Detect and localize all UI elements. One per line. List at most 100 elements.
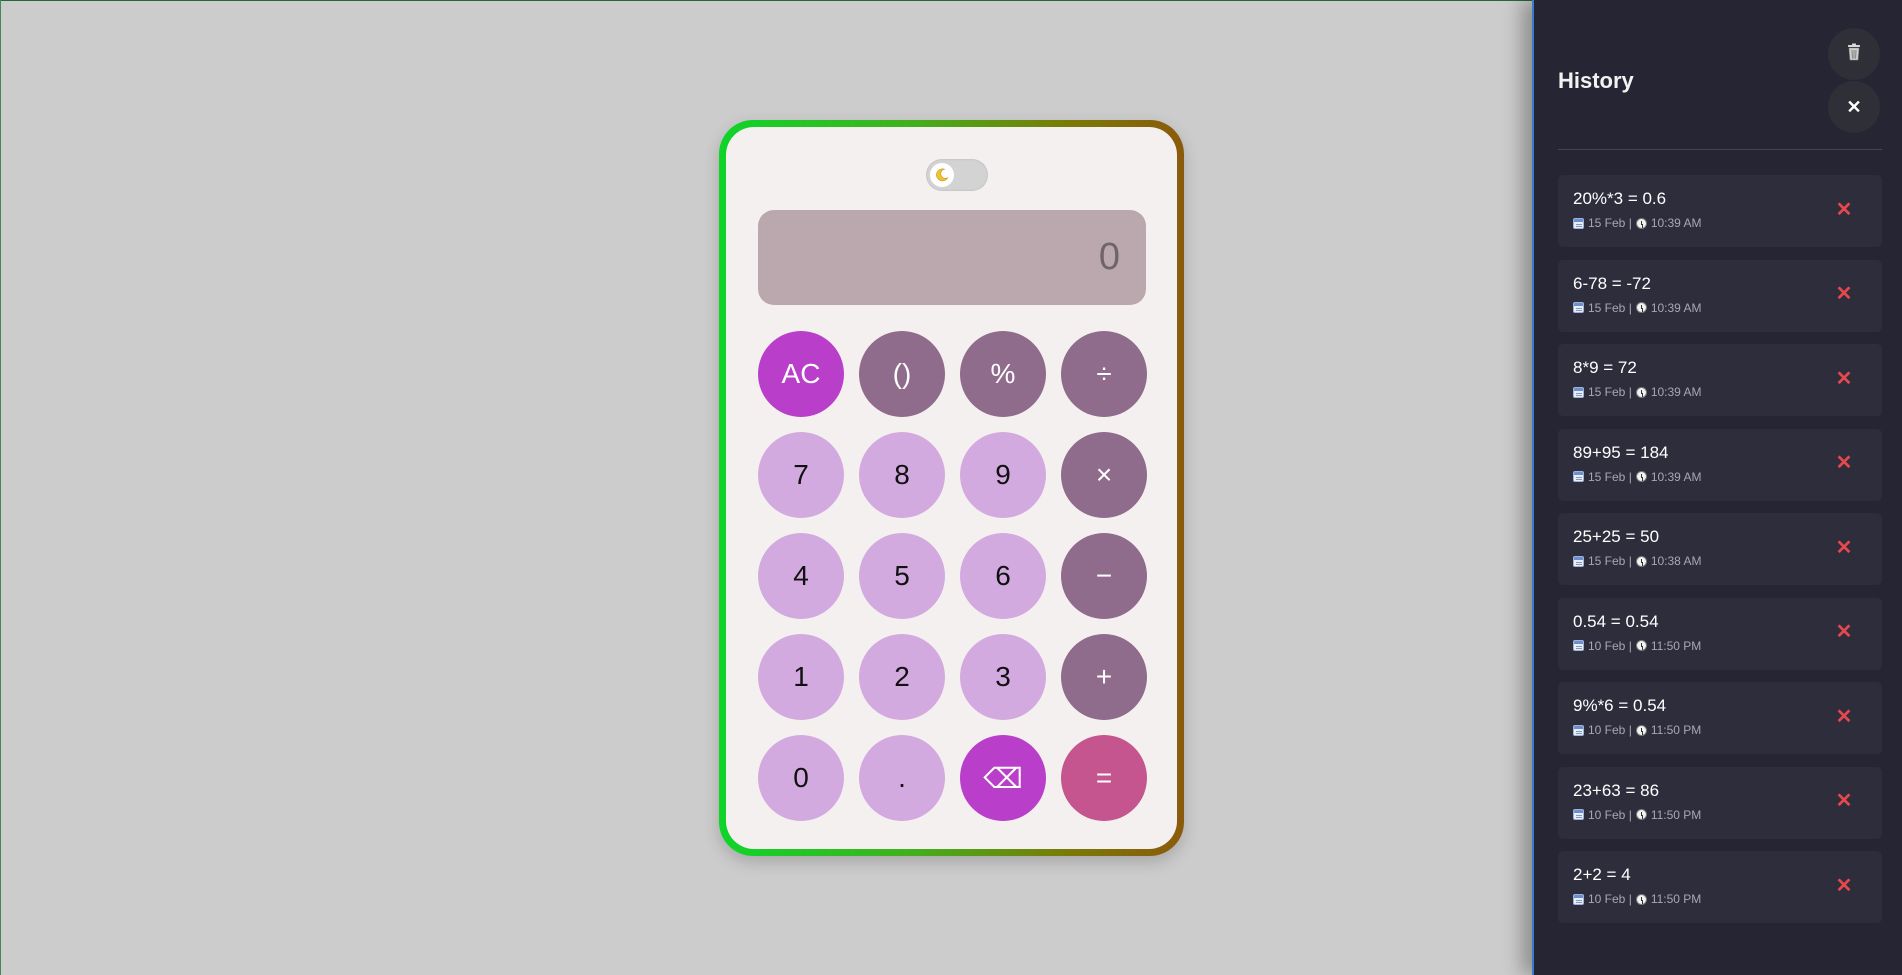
digit-0-button[interactable]: 0 <box>758 735 844 821</box>
history-date: 10 Feb | <box>1588 807 1632 822</box>
history-time: 11:50 PM <box>1650 892 1702 906</box>
digit-3-button[interactable]: 3 <box>960 634 1046 720</box>
history-date: 10 Feb | <box>1588 723 1632 737</box>
history-date: 10 Feb | <box>1588 638 1632 653</box>
history-title: History <box>1558 68 1634 93</box>
history-divider <box>1558 149 1882 150</box>
delete-history-item-button[interactable]: ✕ <box>1832 451 1856 475</box>
history-item[interactable]: 20%*3 = 0.6 15 Feb | 10:39 AM ✕ <box>1558 175 1882 247</box>
divide-button[interactable]: ÷ <box>1061 331 1147 417</box>
history-list: 20%*3 = 0.6 15 Feb | 10:39 AM ✕ 6-78 = -72 15… <box>1558 175 1882 936</box>
calculator: 0 AC()% ÷ 7 8 9 × 4 5 6− 1 2 3 +0. ⌫ = <box>726 127 1177 849</box>
history-panel: History ✕ 20%*3 = 0.6 15 Feb | 10:39 AM ✕ 6-… <box>1532 0 1902 975</box>
clock-icon <box>1635 386 1647 398</box>
history-item[interactable]: 8*9 = 72 15 Feb | 10:39 AM ✕ <box>1558 344 1882 416</box>
delete-icon: ✕ <box>1835 874 1853 897</box>
history-item[interactable]: 6-78 = -72 15 Feb | 10:39 AM ✕ <box>1558 259 1882 332</box>
history-meta: 15 Feb | 10:39 AM <box>1573 301 1702 315</box>
history-date: 15 Feb | <box>1588 469 1632 484</box>
history-expression: 8*9 = 72 <box>1573 358 1637 377</box>
history-expression: 23+63 = 86 <box>1573 780 1660 800</box>
history-meta: 10 Feb | 11:50 PM <box>1573 808 1701 822</box>
history-item[interactable]: 25+25 = 50 15 Feb | 10:38 AM ✕ <box>1558 513 1882 585</box>
history-item[interactable]: 9%*6 = 0.54 10 Feb | 11:50 PM ✕ <box>1558 682 1882 754</box>
subtract-button[interactable]: − <box>1061 533 1147 619</box>
multiply-button[interactable]: × <box>1061 432 1147 518</box>
clock-icon <box>1635 302 1647 313</box>
history-date: 15 Feb | <box>1588 385 1632 399</box>
history-date: 15 Feb | <box>1588 216 1632 230</box>
delete-icon: ✕ <box>1835 198 1853 221</box>
parentheses-button[interactable]: () <box>859 331 945 417</box>
all-clear-button[interactable]: AC <box>758 331 844 417</box>
digit-2-button[interactable]: 2 <box>859 634 945 720</box>
trash-icon <box>1847 43 1861 66</box>
calendar-icon <box>1573 724 1584 736</box>
history-item[interactable]: 2+2 = 4 10 Feb | 11:50 PM ✕ <box>1558 851 1882 923</box>
history-expression: 20%*3 = 0.6 <box>1573 189 1667 208</box>
history-time: 11:50 PM <box>1650 723 1702 737</box>
add-button[interactable]: + <box>1061 634 1147 720</box>
window-frame-left <box>0 0 1 975</box>
history-expression: 89+95 = 184 <box>1573 442 1669 462</box>
clock-icon <box>1635 471 1647 482</box>
delete-history-item-button[interactable]: ✕ <box>1832 789 1856 813</box>
history-expression: 2+2 = 4 <box>1573 865 1631 884</box>
history-meta: 10 Feb | 11:50 PM <box>1573 639 1701 653</box>
delete-history-item-button[interactable]: ✕ <box>1832 704 1856 728</box>
close-history-button[interactable]: ✕ <box>1828 81 1880 133</box>
history-meta: 10 Feb | 11:50 PM <box>1573 892 1701 906</box>
decimal-button[interactable]: . <box>859 735 945 821</box>
calendar-icon <box>1573 386 1584 398</box>
delete-icon: ✕ <box>1835 367 1853 390</box>
delete-icon: ✕ <box>1835 705 1853 728</box>
history-time: 10:39 AM <box>1650 300 1702 315</box>
delete-history-item-button[interactable]: ✕ <box>1832 873 1856 897</box>
delete-icon: ✕ <box>1835 536 1853 559</box>
history-time: 11:50 PM <box>1650 807 1702 822</box>
delete-history-item-button[interactable]: ✕ <box>1832 535 1856 559</box>
digit-7-button[interactable]: 7 <box>758 432 844 518</box>
clear-history-button[interactable] <box>1828 28 1880 80</box>
digit-9-button[interactable]: 9 <box>960 432 1046 518</box>
display-value: 0 <box>1098 236 1120 278</box>
calendar-icon <box>1573 302 1584 313</box>
theme-toggle[interactable] <box>926 159 988 191</box>
calendar-icon <box>1573 640 1584 651</box>
delete-history-item-button[interactable]: ✕ <box>1832 620 1856 644</box>
history-date: 10 Feb | <box>1588 892 1632 906</box>
digit-6-button[interactable]: 6 <box>960 533 1046 619</box>
digit-4-button[interactable]: 4 <box>758 533 844 619</box>
close-icon: ✕ <box>1846 96 1862 117</box>
delete-history-item-button[interactable]: ✕ <box>1832 366 1856 390</box>
history-time: 10:39 AM <box>1650 385 1702 399</box>
digit-1-button[interactable]: 1 <box>758 634 844 720</box>
clock-icon <box>1635 809 1647 820</box>
calendar-icon <box>1573 471 1584 482</box>
delete-history-item-button[interactable]: ✕ <box>1832 197 1856 221</box>
calendar-icon <box>1573 809 1584 820</box>
backspace-button[interactable]: ⌫ <box>960 735 1046 821</box>
history-item[interactable]: 89+95 = 184 15 Feb | 10:39 AM ✕ <box>1558 428 1882 501</box>
history-date: 15 Feb | <box>1588 300 1632 315</box>
history-item[interactable]: 23+63 = 86 10 Feb | 11:50 PM ✕ <box>1558 766 1882 839</box>
digit-5-button[interactable]: 5 <box>859 533 945 619</box>
calculator-display: 0 <box>758 210 1146 305</box>
delete-history-item-button[interactable]: ✕ <box>1832 282 1856 306</box>
clock-icon <box>1635 893 1647 905</box>
history-meta: 15 Feb | 10:39 AM <box>1573 385 1702 399</box>
delete-icon: ✕ <box>1835 621 1853 643</box>
clock-icon <box>1635 555 1647 567</box>
percent-button[interactable]: % <box>960 331 1046 417</box>
history-expression: 6-78 = -72 <box>1573 273 1651 293</box>
history-item[interactable]: 0.54 = 0.54 10 Feb | 11:50 PM ✕ <box>1558 597 1882 670</box>
history-expression: 25+25 = 50 <box>1573 527 1660 546</box>
history-expression: 0.54 = 0.54 <box>1573 611 1659 631</box>
clock-icon <box>1635 640 1647 651</box>
delete-icon: ✕ <box>1835 452 1853 474</box>
history-meta: 10 Feb | 11:50 PM <box>1573 723 1701 737</box>
history-meta: 15 Feb | 10:39 AM <box>1573 470 1702 484</box>
history-meta: 15 Feb | 10:38 AM <box>1573 554 1702 568</box>
equals-button[interactable]: = <box>1061 735 1147 821</box>
digit-8-button[interactable]: 8 <box>859 432 945 518</box>
